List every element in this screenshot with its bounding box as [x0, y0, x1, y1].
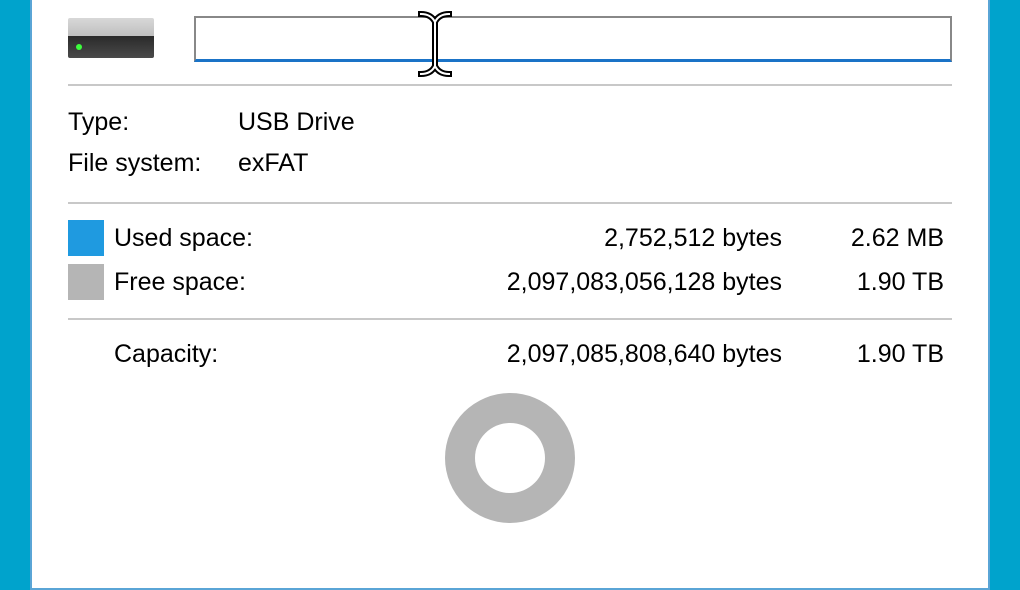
used-space-hr: 2.62 MB: [812, 224, 952, 253]
type-value: USB Drive: [238, 108, 952, 137]
used-space-label: Used space:: [114, 224, 374, 253]
free-space-hr: 1.90 TB: [812, 268, 952, 297]
drive-name-input[interactable]: [194, 16, 952, 62]
capacity-hr: 1.90 TB: [812, 340, 952, 369]
capacity-block: Capacity: 2,097,085,808,640 bytes 1.90 T…: [68, 320, 952, 531]
header-row: [68, 6, 952, 86]
free-space-bytes: 2,097,083,056,128 bytes: [374, 268, 812, 297]
drive-name-field-wrap: [194, 16, 952, 62]
drive-properties-panel: Type: USB Drive File system: exFAT Used …: [30, 0, 990, 590]
drive-icon: [68, 18, 154, 58]
filesystem-label: File system:: [68, 149, 238, 178]
used-space-swatch: [68, 220, 104, 256]
free-space-label: Free space:: [114, 268, 374, 297]
free-space-swatch: [68, 264, 104, 300]
usage-pie-chart: [68, 393, 952, 523]
space-block: Used space: 2,752,512 bytes 2.62 MB Free…: [68, 204, 952, 320]
type-label: Type:: [68, 108, 238, 137]
info-block: Type: USB Drive File system: exFAT: [68, 86, 952, 204]
capacity-label: Capacity:: [114, 340, 374, 369]
filesystem-value: exFAT: [238, 149, 952, 178]
capacity-bytes: 2,097,085,808,640 bytes: [374, 340, 812, 369]
used-space-bytes: 2,752,512 bytes: [374, 224, 812, 253]
